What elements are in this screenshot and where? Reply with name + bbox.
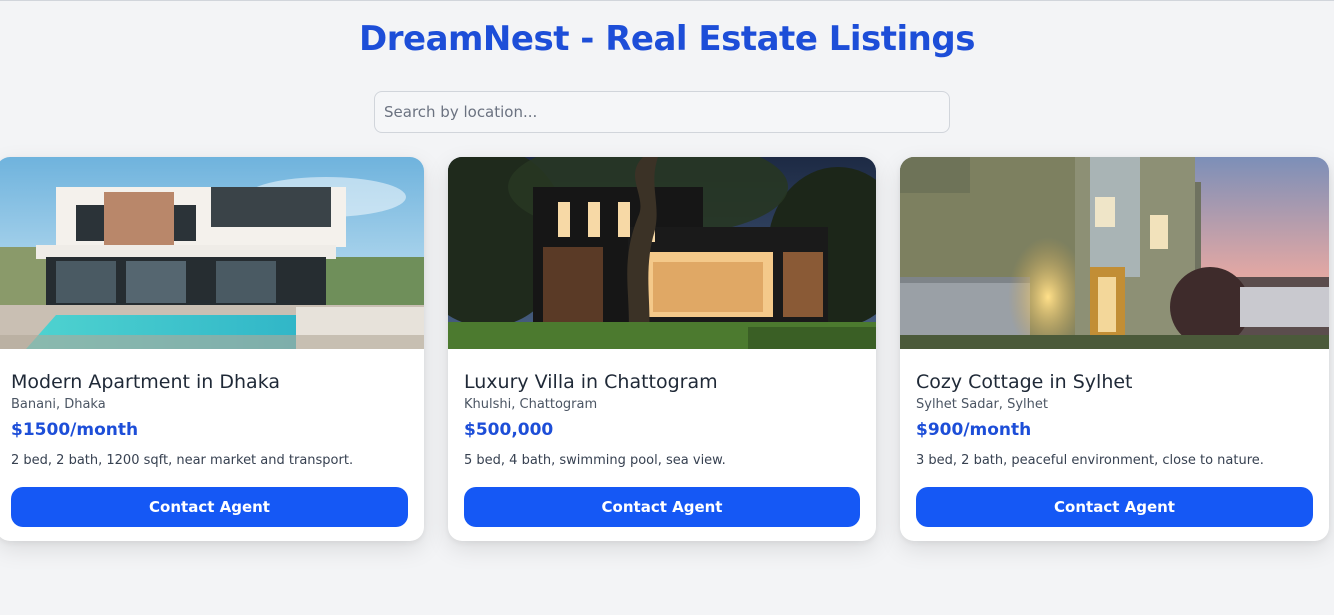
search-input[interactable] bbox=[374, 91, 950, 133]
listing-price: $500,000 bbox=[464, 420, 554, 440]
listing-card: Luxury Villa in Chattogram Khulshi, Chat… bbox=[448, 157, 876, 541]
listing-image[interactable] bbox=[448, 157, 876, 349]
listing-price: $900/month bbox=[916, 420, 1032, 440]
listing-image[interactable] bbox=[0, 157, 424, 349]
contact-agent-button[interactable]: Contact Agent bbox=[11, 487, 408, 527]
listing-location: Sylhet Sadar, Sylhet bbox=[916, 397, 1048, 412]
listing-location: Khulshi, Chattogram bbox=[464, 397, 598, 412]
listing-description: 3 bed, 2 bath, peaceful environment, clo… bbox=[916, 453, 1264, 468]
listing-location: Banani, Dhaka bbox=[11, 397, 106, 412]
contact-agent-button[interactable]: Contact Agent bbox=[464, 487, 860, 527]
listing-description: 5 bed, 4 bath, swimming pool, sea view. bbox=[464, 453, 726, 468]
contact-agent-button[interactable]: Contact Agent bbox=[916, 487, 1313, 527]
page-title: DreamNest - Real Estate Listings bbox=[359, 19, 975, 59]
listing-description: 2 bed, 2 bath, 1200 sqft, near market an… bbox=[11, 453, 354, 468]
listing-card: Modern Apartment in Dhaka Banani, Dhaka … bbox=[0, 157, 424, 541]
listing-price: $1500/month bbox=[11, 420, 139, 440]
listing-title: Modern Apartment in Dhaka bbox=[11, 371, 281, 393]
listing-title: Luxury Villa in Chattogram bbox=[464, 371, 718, 393]
listing-title: Cozy Cottage in Sylhet bbox=[916, 371, 1133, 393]
listing-image[interactable] bbox=[900, 157, 1329, 349]
listing-card: Cozy Cottage in Sylhet Sylhet Sadar, Syl… bbox=[900, 157, 1329, 541]
